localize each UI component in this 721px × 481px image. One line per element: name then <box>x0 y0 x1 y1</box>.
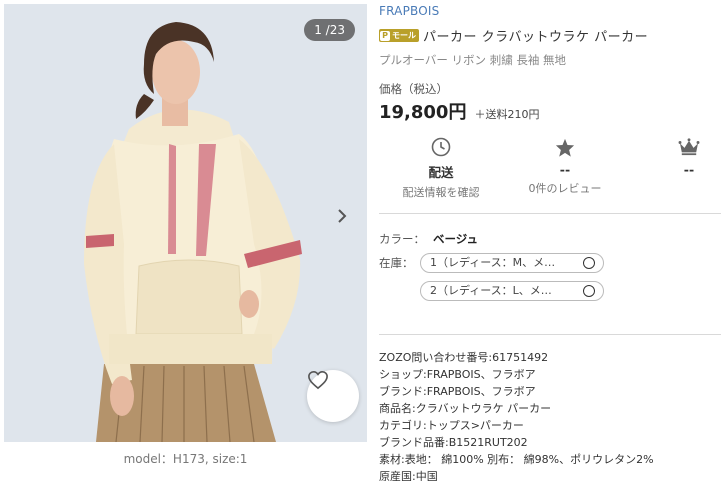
detail-line: 素材:表地： 綿100% 別布： 綿98%、ポリウレタン2% <box>379 453 654 466</box>
color-row: カラー： ベージュ <box>379 231 478 247</box>
stock-option-label: 2（レディース：L、メ… <box>430 284 552 297</box>
divider <box>379 334 721 335</box>
stat-delivery[interactable]: 配送 配送情報を確認 <box>381 136 501 200</box>
stock-option[interactable]: 1（レディース：M、メ… <box>420 253 604 273</box>
mall-badge: P モール <box>379 29 419 42</box>
stat-ranking[interactable]: -- <box>629 136 721 180</box>
stats-bar: 配送 配送情報を確認 -- 0件のレビュー -- <box>379 136 721 200</box>
mall-badge-label: モール <box>392 31 416 40</box>
divider <box>379 213 721 214</box>
in-stock-circle-icon <box>583 257 595 269</box>
mall-p-icon: P <box>380 30 390 41</box>
product-image[interactable]: 1 /23 <box>4 4 367 442</box>
in-stock-circle-icon <box>583 285 595 297</box>
review-score: -- <box>559 162 571 177</box>
delivery-label: 配送 <box>428 165 454 180</box>
model-caption: model：H173, size:1 <box>123 452 248 466</box>
detail-line: ブランド品番:B1521RUT202 <box>379 436 528 449</box>
color-value: ベージュ <box>433 232 478 246</box>
price: 19,800円 <box>379 102 467 123</box>
shipping-fee: ＋送料210円 <box>474 108 540 121</box>
next-image-button[interactable] <box>337 208 357 238</box>
stock-option-label: 1（レディース：M、メ… <box>430 256 556 269</box>
detail-line: カテゴリ:トップス>パーカー <box>379 419 524 432</box>
brand-link[interactable]: FRAPBOIS <box>379 4 439 18</box>
review-count[interactable]: 0件のレビュー <box>505 180 625 196</box>
stock-option[interactable]: 2（レディース：L、メ… <box>420 281 604 301</box>
price-label: 価格（税込） <box>379 82 448 96</box>
delivery-info-link[interactable]: 配送情報を確認 <box>381 184 501 200</box>
product-details: ZOZO問い合わせ番号:61751492 ショップ:FRAPBOIS、フラボア … <box>379 349 721 481</box>
detail-line: ZOZO問い合わせ番号:61751492 <box>379 351 549 364</box>
title-row: P モール パーカー クラバットウラケ パーカー <box>379 26 648 45</box>
ranking-value: -- <box>683 162 695 177</box>
star-icon <box>555 138 575 157</box>
crown-icon <box>678 138 700 156</box>
product-title: パーカー クラバットウラケ パーカー <box>423 30 649 45</box>
detail-line: 原産国:中国 <box>379 470 438 481</box>
clock-icon <box>431 137 451 157</box>
favorite-button[interactable] <box>307 370 359 422</box>
price-row: 19,800円 ＋送料210円 <box>379 98 539 124</box>
chevron-right-icon <box>338 209 347 223</box>
product-subtitle: プルオーバー リボン 刺繍 長袖 無地 <box>379 53 567 67</box>
detail-line: ブランド:FRAPBOIS、フラボア <box>379 385 536 398</box>
heart-icon <box>308 370 328 390</box>
image-counter: 1 /23 <box>304 19 355 41</box>
color-label: カラー： <box>379 232 425 246</box>
stock-label: 在庫： <box>379 256 414 270</box>
detail-line: ショップ:FRAPBOIS、フラボア <box>379 368 536 381</box>
stat-reviews[interactable]: -- 0件のレビュー <box>505 136 625 196</box>
detail-line: 商品名:クラバットウラケ パーカー <box>379 402 552 415</box>
